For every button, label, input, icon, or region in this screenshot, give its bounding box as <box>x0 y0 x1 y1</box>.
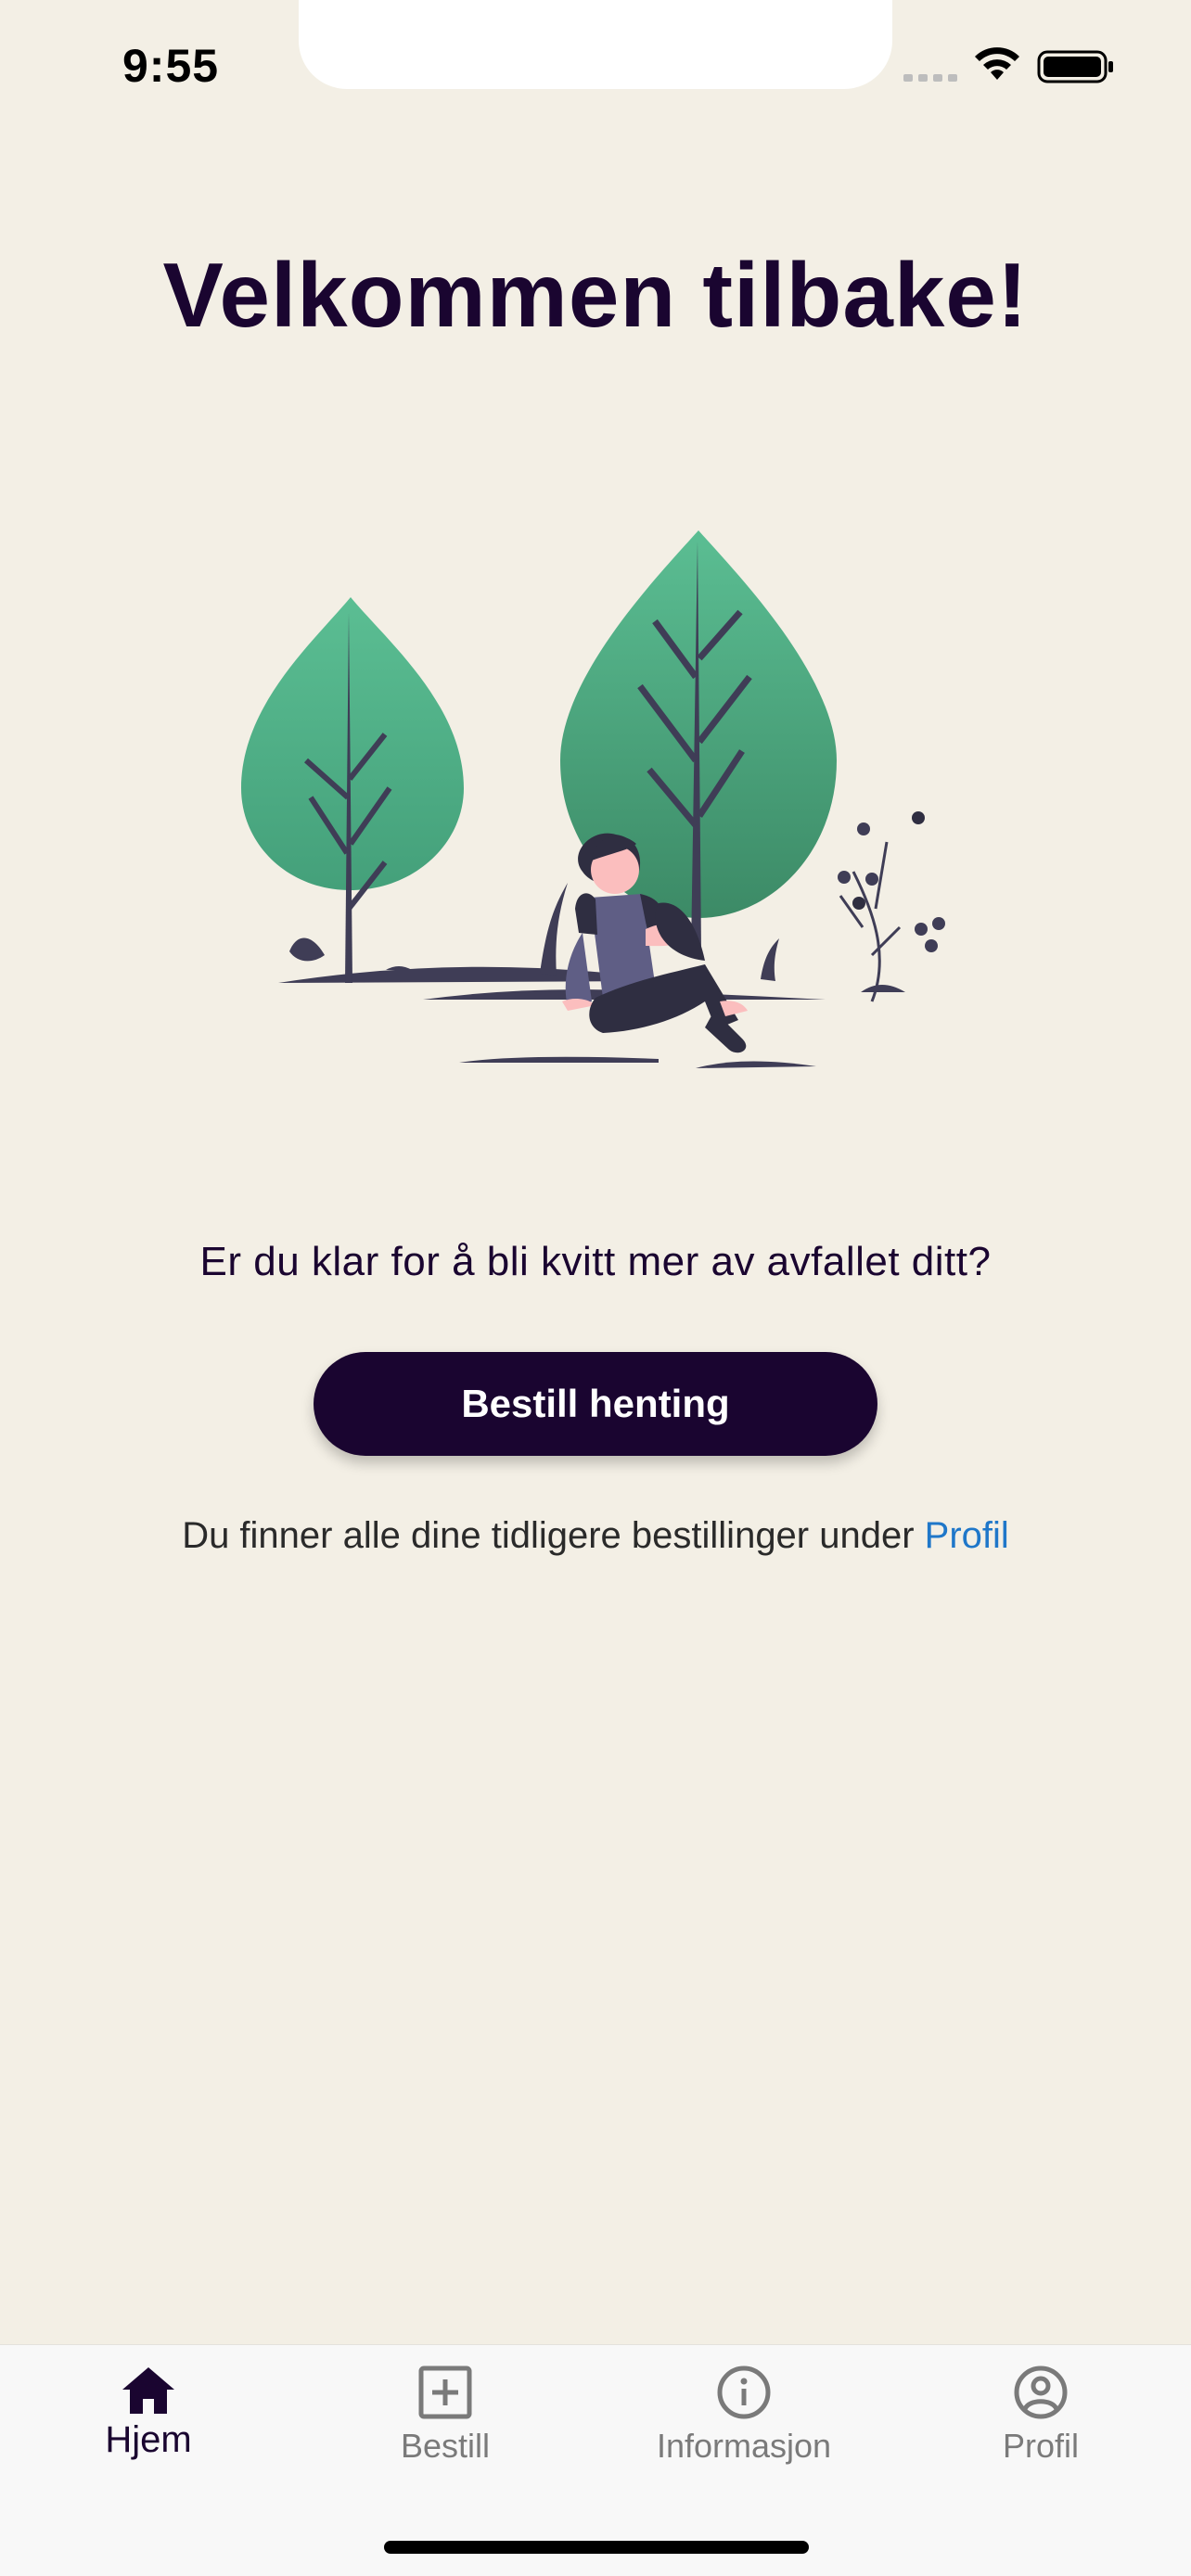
tab-label-order: Bestill <box>400 2427 491 2465</box>
user-circle-icon <box>1014 2366 1068 2419</box>
info-circle-icon <box>717 2366 771 2419</box>
home-indicator[interactable] <box>384 2541 809 2554</box>
tab-label-information: Informasjon <box>656 2427 832 2465</box>
tab-information[interactable]: Informasjon <box>596 2364 892 2484</box>
profile-link[interactable]: Profil <box>925 1515 1009 1556</box>
previous-orders-info: Du finner alle dine tidligere bestilling… <box>0 1515 1191 1557</box>
tab-label-home: Hjem <box>105 2419 192 2460</box>
tab-label-profile: Profil <box>1002 2427 1080 2465</box>
home-icon <box>122 2367 174 2414</box>
plus-square-icon <box>418 2366 472 2419</box>
device-notch <box>299 0 892 89</box>
status-bar: 9:55 <box>0 0 1191 93</box>
tab-home[interactable]: Hjem <box>0 2364 297 2484</box>
page-title: Velkommen tilbake! <box>162 244 1029 346</box>
cta-question: Er du klar for å bli kvitt mer av avfall… <box>199 1239 992 1284</box>
wifi-icon <box>975 47 1019 80</box>
person-sitting-under-trees-illustration <box>241 530 945 1068</box>
info-text: Du finner alle dine tidligere bestilling… <box>182 1515 915 1556</box>
status-time: 9:55 <box>122 40 220 92</box>
cellular-signal-icon <box>903 74 957 82</box>
tab-order[interactable]: Bestill <box>297 2364 594 2484</box>
order-pickup-button[interactable]: Bestill henting <box>314 1352 877 1456</box>
home-screen: 9:55 Velkommen tilbake! Er du klar for å… <box>0 0 1191 2576</box>
battery-icon <box>1037 50 1113 83</box>
tab-profile[interactable]: Profil <box>892 2364 1189 2484</box>
